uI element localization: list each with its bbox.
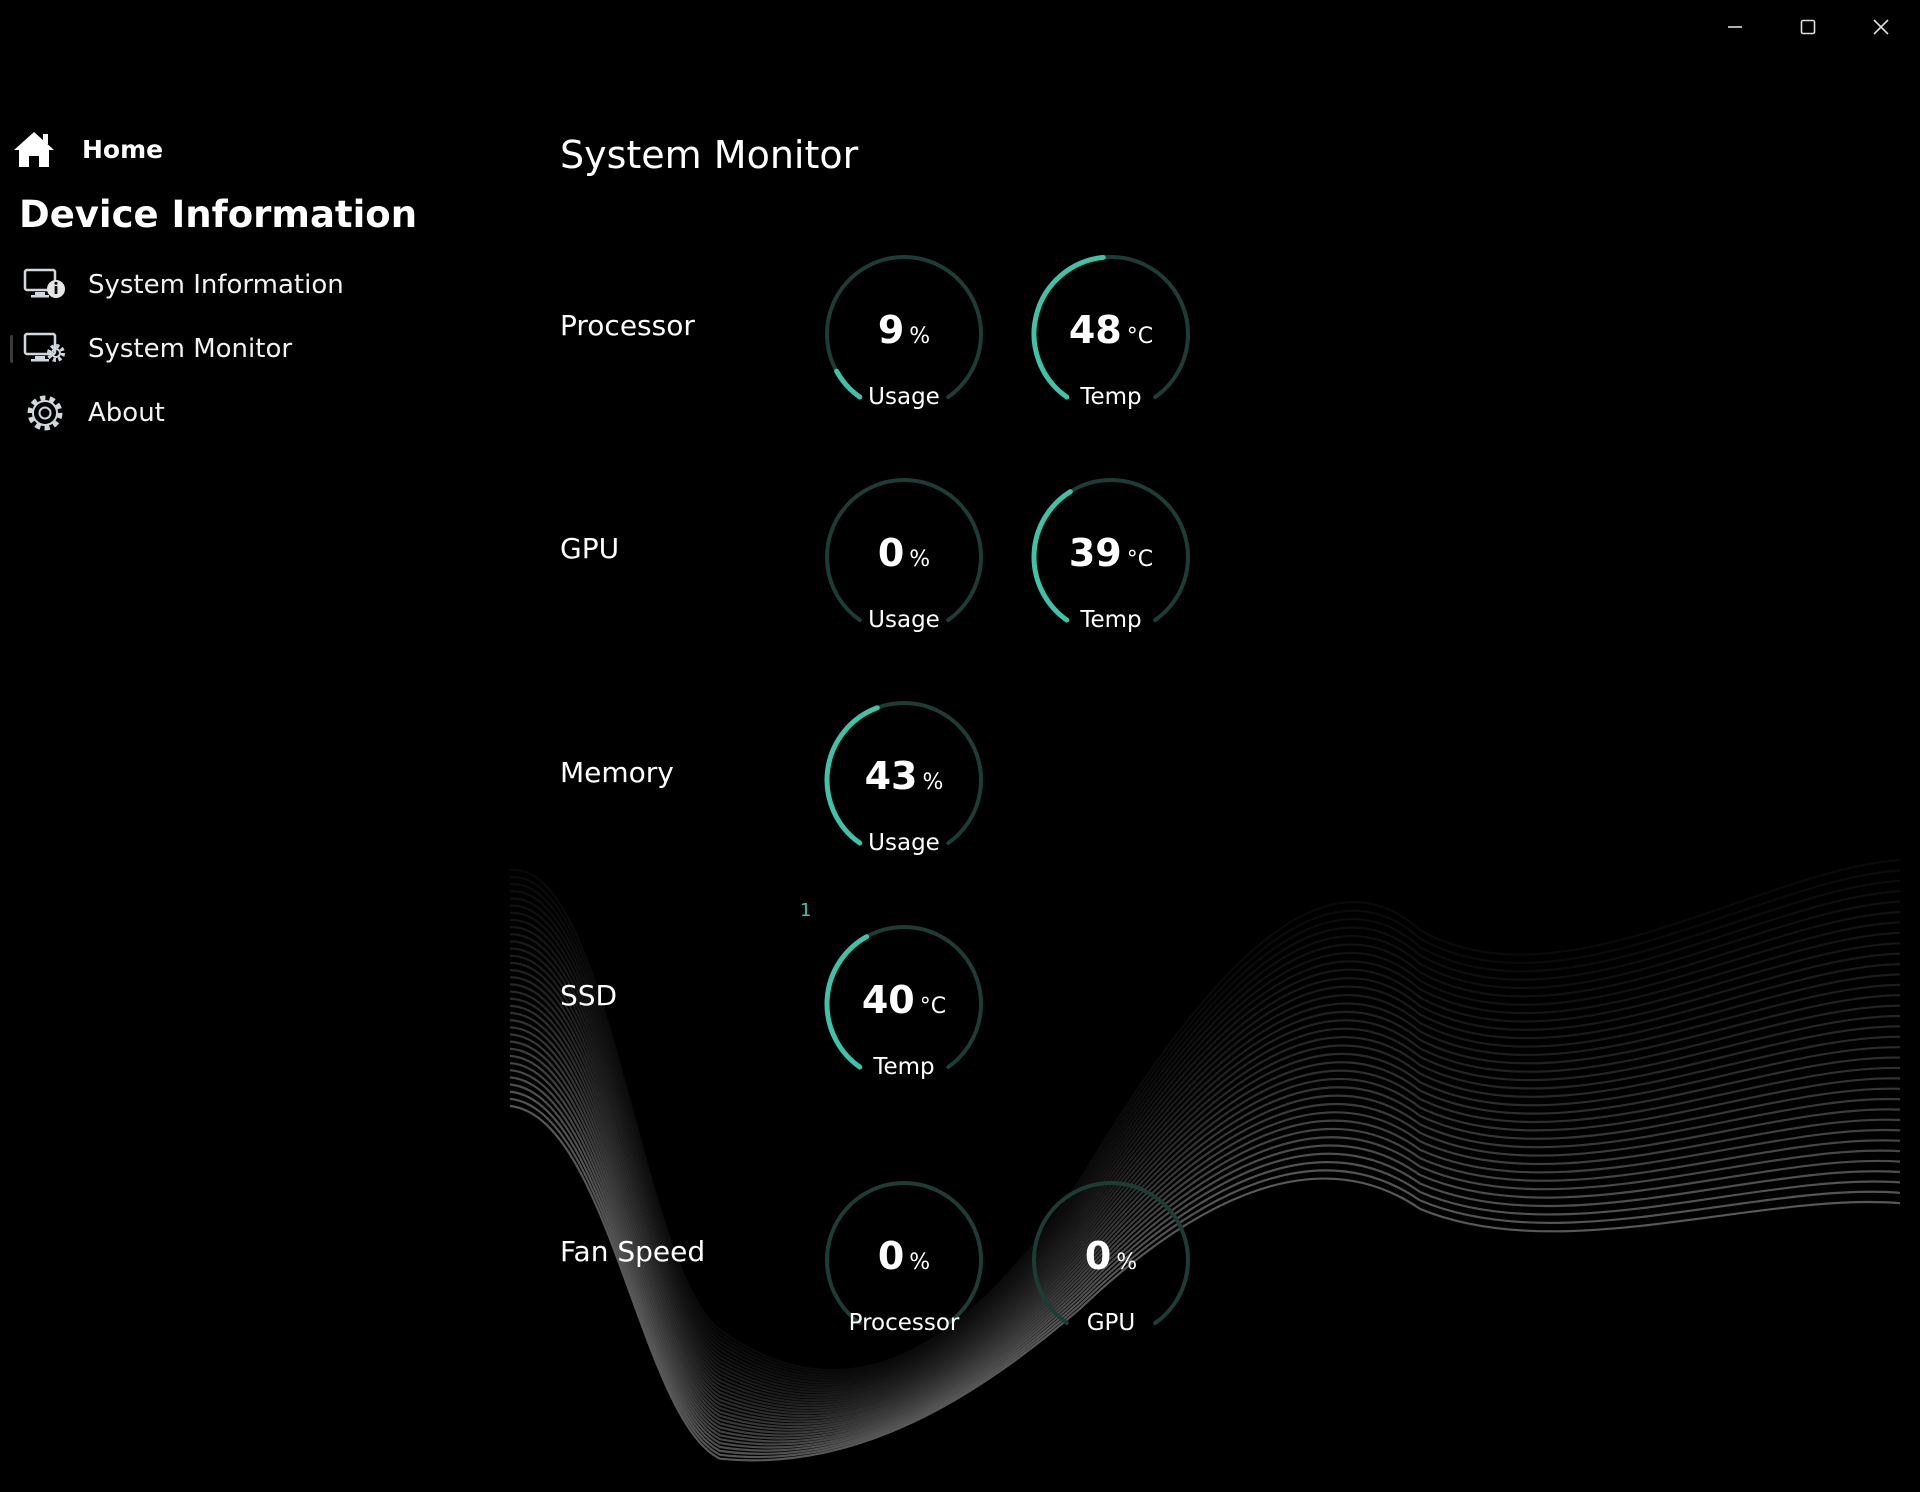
gauge-unit: °C [919, 994, 947, 1019]
gauge-unit: % [922, 770, 944, 795]
gauge-unit: % [909, 324, 931, 349]
close-icon [1872, 19, 1889, 35]
monitor-gear-icon [22, 329, 68, 369]
maximize-button[interactable] [1771, 0, 1844, 54]
sidebar-item-label: About [88, 398, 165, 428]
wave-line [509, 1054, 1901, 1440]
close-button[interactable] [1844, 0, 1917, 54]
gauge-processor-temp: 48 °C Temp [1021, 244, 1201, 434]
wave-line [509, 997, 1901, 1417]
home-button[interactable]: Home [12, 126, 163, 172]
sidebar-item-system-information[interactable]: System Information [10, 260, 490, 310]
wave-line [509, 976, 1901, 1410]
app-window: Home Device Information System Informati… [0, 0, 1920, 1492]
row-label-processor: Processor [560, 309, 695, 342]
gauge-gpu-temp: 39 °C Temp [1021, 467, 1201, 657]
wave-line [509, 1026, 1901, 1429]
wave-line [509, 897, 1901, 1382]
wave-line [509, 879, 1901, 1377]
wave-line [509, 1047, 1901, 1437]
gauge-fan-gpu: 0% GPU [1021, 1170, 1201, 1360]
wave-line [509, 1061, 1901, 1443]
gauge-value: 48 [1068, 308, 1122, 352]
gauge-caption: Temp [1080, 384, 1142, 410]
gauge-unit: °C [1126, 324, 1154, 349]
gauge-processor-usage: 9% Usage [814, 244, 994, 434]
minimize-icon [1727, 26, 1742, 28]
sidebar-item-label: System Information [88, 270, 344, 300]
wave-line [509, 1019, 1901, 1426]
gauge-caption: Usage [868, 830, 940, 856]
home-icon [14, 132, 54, 167]
gauge-unit: % [1116, 1250, 1138, 1275]
gauge-caption: Usage [868, 384, 940, 410]
wave-line [509, 858, 1901, 1372]
sidebar-item-system-monitor[interactable]: System Monitor [10, 324, 490, 374]
gauge-gpu-usage: 0% Usage [814, 467, 994, 657]
gauge-value: 43 [864, 754, 918, 798]
monitor-info-icon [22, 265, 68, 305]
row-label-fan-speed: Fan Speed [560, 1235, 706, 1268]
minimize-button[interactable] [1698, 0, 1771, 54]
gauge-caption: Temp [1080, 607, 1142, 633]
gauge-value: 0 [1084, 1234, 1112, 1278]
gauge-caption: GPU [1086, 1310, 1136, 1336]
gauge-caption: Usage [868, 607, 940, 633]
home-label: Home [82, 134, 164, 164]
gauge-caption: Temp [873, 1054, 935, 1080]
wave-line [509, 890, 1901, 1379]
section-title: Device Information [19, 193, 418, 236]
wave-line [509, 983, 1901, 1412]
sidebar-item-about[interactable]: About [10, 388, 490, 438]
gauge-ssd-temp: 40 °C Temp [814, 914, 994, 1104]
gauge-unit: % [909, 547, 931, 572]
wave-line [509, 1090, 1901, 1455]
maximize-icon [1800, 19, 1815, 35]
gauge-fan-processor: 0% Processor [814, 1170, 994, 1360]
wave-line [509, 1104, 1901, 1462]
wave-line [509, 1033, 1901, 1431]
wave-line [509, 1076, 1901, 1449]
gauge-memory-usage: 43% Usage [814, 690, 994, 880]
gauge-value: 40 [861, 978, 915, 1022]
marker-note: 1 [800, 900, 812, 921]
wave-line [509, 961, 1901, 1404]
page-title: System Monitor [560, 133, 859, 177]
wave-line [509, 1069, 1901, 1446]
sidebar-item-label: System Monitor [88, 334, 293, 364]
wave-line [509, 904, 1901, 1384]
wave-line [509, 940, 1901, 1397]
wave-line [509, 1097, 1901, 1459]
wave-line [509, 911, 1901, 1387]
selected-indicator [10, 335, 13, 363]
gauge-value: 9 [877, 308, 905, 352]
gauge-value: 0 [877, 531, 905, 575]
wave-line [509, 933, 1901, 1394]
gauge-value: 39 [1068, 531, 1122, 575]
row-label-memory: Memory [560, 756, 674, 789]
gauge-unit: % [909, 1250, 931, 1275]
wave-line [509, 968, 1901, 1407]
wave-line [509, 869, 1901, 1374]
wave-line [509, 926, 1901, 1391]
wave-line [509, 954, 1901, 1402]
gear-icon [22, 393, 68, 433]
row-label-gpu: GPU [560, 532, 620, 565]
gauge-caption: Processor [848, 1310, 960, 1336]
gauge-unit: °C [1126, 547, 1154, 572]
wave-line [509, 947, 1901, 1399]
wave-line [509, 990, 1901, 1415]
wave-line [509, 1004, 1901, 1420]
gauge-value: 0 [877, 1234, 905, 1278]
wave-line [509, 1040, 1901, 1434]
wave-line [509, 1083, 1901, 1452]
sidebar: Home Device Information System Informati… [0, 0, 500, 1492]
row-label-ssd: SSD [560, 979, 618, 1012]
wave-line [509, 1011, 1901, 1423]
wave-line [509, 918, 1901, 1389]
